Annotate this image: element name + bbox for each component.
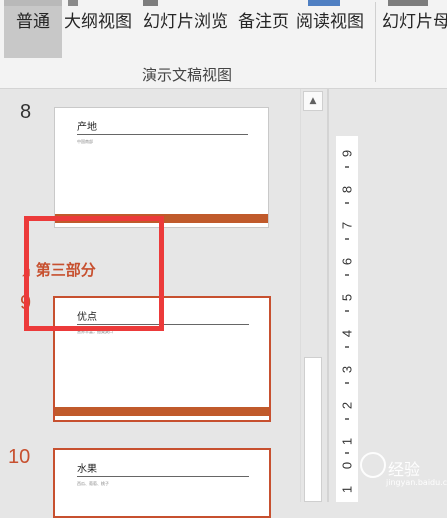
slide-sorter-label: 幻灯片浏览 [143, 12, 228, 32]
ruler-label: 9 [339, 149, 355, 158]
outline-view-label: 大纲视图 [64, 12, 132, 32]
outline-view-icon [68, 0, 78, 6]
slide-thumbnail-8[interactable]: 产地 中国南部 [54, 107, 269, 228]
presentation-views-group-label: 演示文稿视图 [141, 66, 232, 84]
ruler-tick [345, 238, 349, 240]
ruler-label: 5 [339, 293, 355, 302]
slide-title: 产地 [77, 122, 97, 133]
ribbon-group-separator [375, 2, 376, 82]
reading-view-label: 阅读视图 [296, 12, 364, 32]
reading-view-button[interactable]: 阅读视图 [296, 0, 364, 58]
normal-view-label: 普通 [16, 12, 50, 32]
ruler-label: 4 [339, 329, 355, 338]
baidu-jingyan-watermark: 经验 jingyan.baidu.com [360, 452, 447, 496]
slide-subtitle: 营养丰富，甜美爽口 [77, 329, 113, 334]
slide-master-label: 幻灯片母 [382, 12, 447, 32]
ribbon: 普通 大纲视图 幻灯片浏览 备注页 阅读视图 幻灯片母 演示文稿视图 [0, 0, 447, 89]
watermark-url: jingyan.baidu.com [386, 478, 447, 487]
slide-footer-bar [55, 214, 268, 223]
slide-master-icon [388, 0, 428, 6]
slide-thumbnail-9[interactable]: 优点 营养丰富，甜美爽口 [53, 296, 271, 422]
ruler-tick [345, 310, 349, 312]
ruler-label: 7 [339, 221, 355, 230]
slide-thumbnail-pane[interactable]: 8 产地 中国南部 ◢ 第三部分 9 优点 营养丰富，甜美爽口 10 水果 西瓜、… [0, 89, 300, 518]
notes-page-label: 备注页 [238, 12, 289, 32]
ruler-label: 6 [339, 257, 355, 266]
outline-view-button[interactable]: 大纲视图 [64, 0, 132, 58]
slide-title: 优点 [77, 312, 97, 323]
slide-sorter-button[interactable]: 幻灯片浏览 [143, 0, 228, 58]
slide-sorter-icon [143, 0, 158, 6]
slide-number: 8 [20, 101, 32, 123]
ruler-tick [345, 274, 349, 276]
ruler-tick [345, 202, 349, 204]
ruler-tick [345, 166, 349, 168]
scrollbar-thumb[interactable] [304, 357, 322, 502]
notes-page-button[interactable]: 备注页 [238, 0, 289, 58]
title-underline [77, 476, 249, 477]
ruler-label: 3 [339, 365, 355, 374]
collapse-triangle-icon[interactable]: ◢ [22, 267, 30, 278]
paw-logo-icon [360, 452, 386, 478]
section-header[interactable]: ◢ 第三部分 [22, 259, 96, 280]
ruler-label: 2 [339, 401, 355, 410]
ruler-tick [345, 418, 349, 420]
watermark-text: 经验 [388, 460, 421, 479]
ruler-label: 1 [339, 485, 355, 494]
slide-number: 10 [8, 446, 31, 468]
slide-title: 水果 [77, 464, 97, 475]
slide-subtitle: 中国南部 [77, 139, 93, 144]
normal-view-icon [4, 0, 62, 6]
reading-view-icon [308, 0, 340, 6]
ruler-tick [345, 382, 349, 384]
thumbnail-scrollbar[interactable]: ▲ [300, 89, 325, 502]
slide-thumbnail-10[interactable]: 水果 西瓜、葡萄、桃子 [53, 448, 271, 518]
scroll-up-arrow-icon[interactable]: ▲ [303, 91, 323, 111]
ruler-tick [345, 346, 349, 348]
ruler-tick [345, 452, 349, 454]
pane-divider[interactable] [327, 89, 329, 502]
section-name: 第三部分 [35, 261, 96, 279]
slide-subtitle: 西瓜、葡萄、桃子 [77, 481, 109, 486]
ruler-label: 1 [339, 437, 355, 446]
vertical-ruler: 9 8 7 6 5 4 3 2 1 0 1 [336, 136, 358, 502]
slide-master-button[interactable]: 幻灯片母 [382, 0, 447, 58]
slide-number: 9 [20, 292, 32, 314]
slide-footer-bar [55, 407, 269, 416]
normal-view-button[interactable]: 普通 [4, 0, 62, 58]
ruler-label: 8 [339, 185, 355, 194]
title-underline [77, 324, 249, 325]
ruler-label: 0 [339, 461, 355, 470]
title-underline [77, 134, 248, 135]
